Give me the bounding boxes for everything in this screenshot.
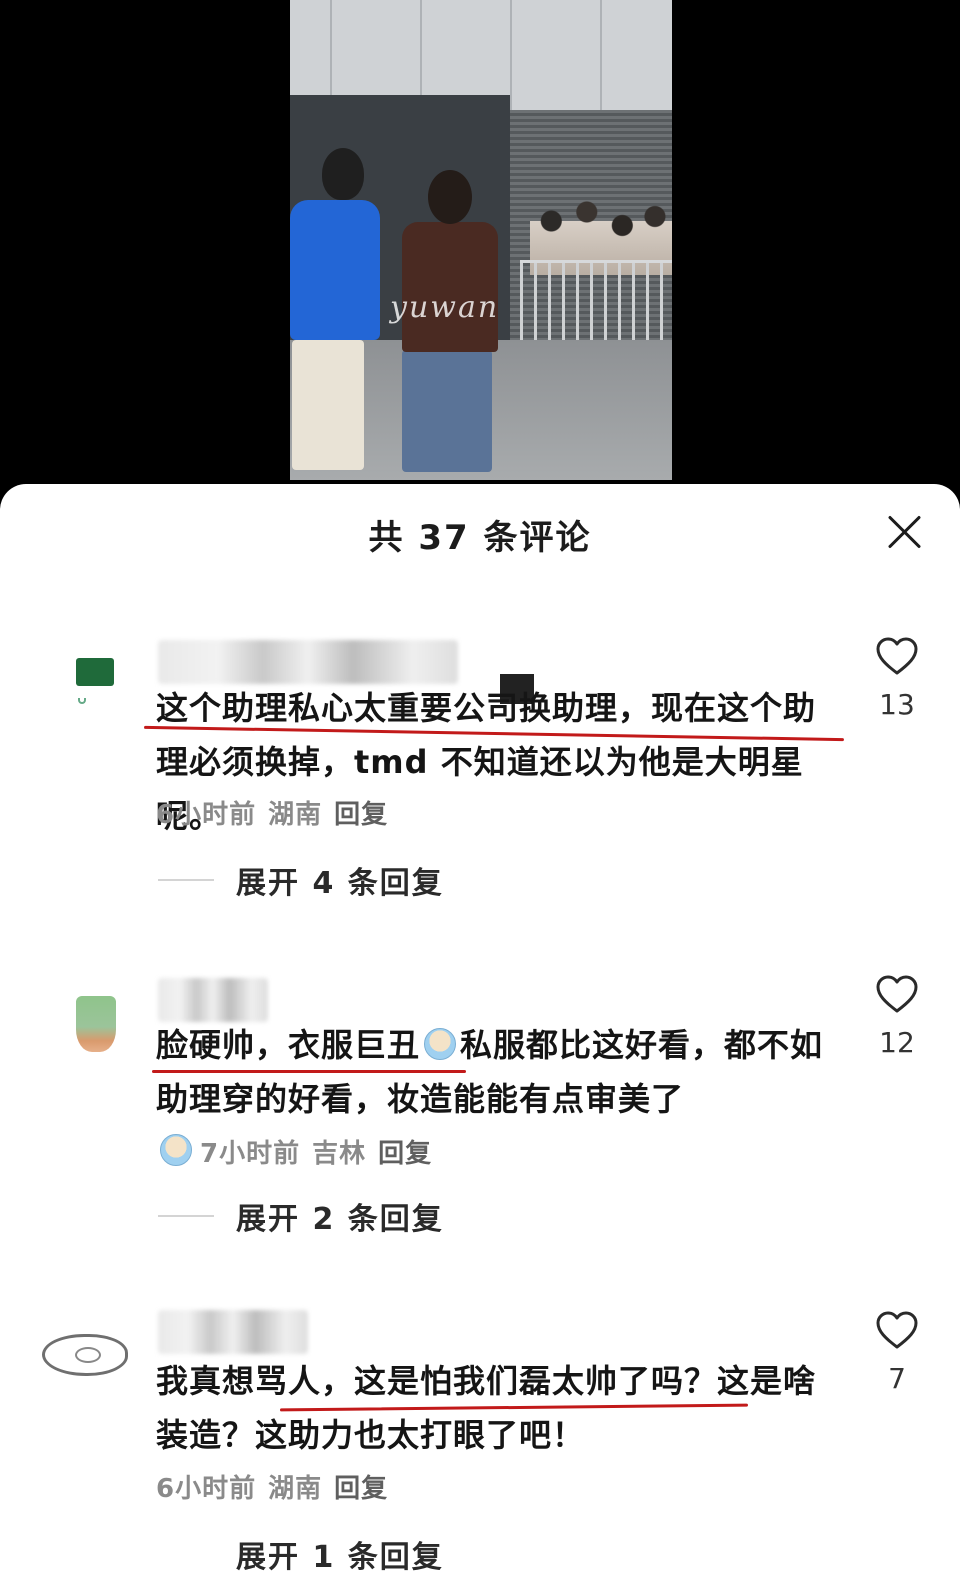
heart-icon — [876, 637, 918, 675]
comment-text-part1: 脸硬帅，衣服巨丑 — [156, 1026, 421, 1064]
highlight-underline — [152, 1070, 466, 1073]
like-button[interactable]: 7 — [868, 1310, 926, 1395]
crying-face-emoji-icon — [156, 1132, 196, 1168]
comment-sheet: 共 37 条评论 这个助理私心太重要公司换助理，现在这个助理必须换掉，tmd 不… — [0, 484, 960, 1592]
person-blue-head — [322, 148, 364, 200]
expand-divider — [158, 1215, 214, 1217]
person-jeans-legs — [402, 350, 492, 472]
reply-button[interactable]: 回复 — [334, 800, 388, 830]
person-brown-jacket — [402, 222, 498, 352]
comment-location: 湖南 — [268, 1474, 323, 1504]
comment-count-title: 共 37 条评论 — [368, 518, 592, 558]
expand-replies-button[interactable]: 展开 1 条回复 — [158, 1534, 444, 1575]
video-player[interactable]: yuwan — [0, 0, 960, 520]
username-redacted — [158, 640, 458, 684]
person-brown-head — [428, 170, 472, 224]
comment-time: 6小时前 — [156, 1474, 257, 1504]
video-watermark: yuwan — [390, 290, 500, 325]
comment-location: 湖南 — [268, 800, 323, 830]
like-button[interactable]: 12 — [868, 974, 926, 1059]
building-wall — [290, 0, 672, 110]
expand-replies-button[interactable]: 展开 2 条回复 — [158, 1196, 444, 1237]
reply-button[interactable]: 回复 — [334, 1474, 388, 1504]
reply-button[interactable]: 回复 — [378, 1139, 432, 1169]
heart-icon — [876, 975, 918, 1013]
comment-meta: 6小时前 湖南 回复 — [156, 794, 400, 831]
username-redacted — [158, 1310, 308, 1354]
comment-time: 7小时前 — [200, 1139, 301, 1169]
user-avatar[interactable] — [42, 1304, 128, 1376]
username-redacted — [158, 978, 268, 1022]
comment-time: 6小时前 — [156, 800, 257, 830]
expand-replies-label: 展开 1 条回复 — [236, 1540, 444, 1575]
like-count: 7 — [888, 1362, 906, 1395]
user-avatar[interactable] — [72, 996, 116, 1056]
person-blue-sweater — [290, 200, 380, 340]
like-count: 12 — [879, 1026, 915, 1059]
like-count: 13 — [879, 688, 915, 721]
person-blue-legs — [292, 340, 364, 470]
expand-divider — [158, 879, 214, 881]
expand-replies-label: 展开 2 条回复 — [236, 1202, 444, 1237]
expand-replies-label: 展开 4 条回复 — [236, 866, 444, 901]
like-button[interactable]: 13 — [868, 636, 926, 721]
close-icon[interactable] — [884, 512, 924, 552]
heart-icon — [876, 1311, 918, 1349]
comment-location: 吉林 — [312, 1139, 367, 1169]
comment-meta: 7小时前 吉林 回复 — [156, 1132, 444, 1170]
user-avatar[interactable] — [72, 650, 116, 710]
crying-face-emoji-icon — [420, 1026, 460, 1062]
comment-meta: 6小时前 湖南 回复 — [156, 1468, 400, 1505]
expand-replies-button[interactable]: 展开 4 条回复 — [158, 860, 444, 901]
video-frame[interactable]: yuwan — [290, 0, 672, 480]
